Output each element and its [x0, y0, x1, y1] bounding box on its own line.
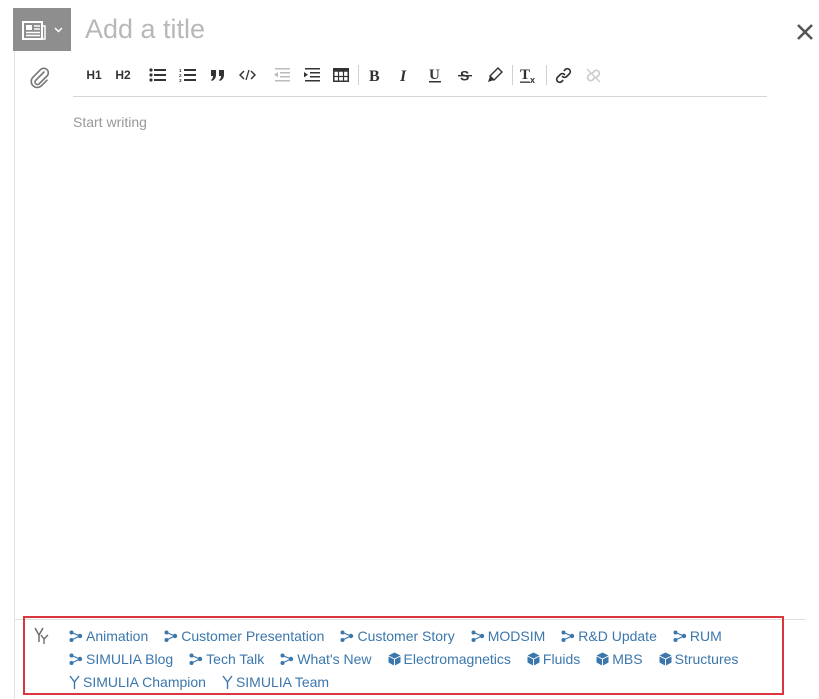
- svg-text:T: T: [520, 67, 530, 83]
- tag-link[interactable]: SIMULIA Team: [222, 674, 329, 690]
- link-icon[interactable]: [552, 63, 574, 87]
- cube-icon: [659, 652, 672, 666]
- svg-text:3: 3: [179, 78, 182, 82]
- blockquote-icon[interactable]: [206, 63, 228, 87]
- topic-icon: [69, 653, 83, 665]
- cube-icon: [388, 652, 401, 666]
- tag-label: Fluids: [542, 651, 581, 667]
- underline-icon[interactable]: U: [424, 63, 446, 87]
- chevron-down-icon: [54, 26, 63, 33]
- paperclip-icon[interactable]: [29, 66, 51, 90]
- cube-icon: [596, 652, 609, 666]
- tag-link[interactable]: Animation: [69, 628, 148, 644]
- formatting-toolbar: H1 H2 123 B I U S Tx: [79, 60, 619, 90]
- svg-text:U: U: [429, 67, 440, 83]
- bold-icon[interactable]: B: [364, 63, 386, 87]
- toolbar-separator: [358, 65, 359, 85]
- fork-icon: [69, 675, 80, 689]
- topic-icon: [189, 653, 203, 665]
- newspaper-icon: [22, 19, 46, 41]
- tag-label: Structures: [674, 651, 739, 667]
- title-input[interactable]: [85, 11, 645, 47]
- h1-label: H1: [86, 68, 102, 82]
- post-type-dropdown[interactable]: [13, 8, 71, 51]
- tag-link[interactable]: SIMULIA Champion: [69, 674, 206, 690]
- tag-row: SIMULIA Champion SIMULIA Team: [69, 673, 345, 691]
- tag-label: MBS: [612, 651, 643, 667]
- toolbar-divider: [73, 96, 767, 97]
- tag-label: R&D Update: [578, 628, 657, 644]
- body-editor[interactable]: Start writing: [73, 114, 147, 130]
- numbered-list-icon[interactable]: 123: [176, 63, 198, 87]
- tag-link[interactable]: Tech Talk: [189, 651, 264, 667]
- outdent-icon[interactable]: [270, 63, 292, 87]
- svg-text:B: B: [369, 68, 380, 82]
- table-icon[interactable]: [330, 63, 352, 87]
- tag-label: Tech Talk: [206, 651, 265, 667]
- tag-label: MODSIM: [487, 628, 546, 644]
- strikethrough-icon[interactable]: S: [454, 63, 476, 87]
- cube-icon: [527, 652, 540, 666]
- tag-label: Electromagnetics: [403, 651, 511, 667]
- italic-icon[interactable]: I: [394, 63, 416, 87]
- svg-text:I: I: [399, 68, 407, 82]
- topic-icon: [164, 630, 178, 642]
- tag-label: RUM: [689, 628, 722, 644]
- tag-link[interactable]: SIMULIA Blog: [69, 651, 173, 667]
- toolbar-separator: [546, 65, 547, 85]
- tag-label: What's New: [297, 651, 372, 667]
- tag-link[interactable]: Fluids: [527, 651, 580, 667]
- tag-label: SIMULIA Blog: [86, 651, 174, 667]
- tag-row: SIMULIA Blog Tech Talk What's New Electroma…: [69, 650, 754, 668]
- topic-icon: [471, 630, 485, 642]
- tag-label: Customer Story: [357, 628, 455, 644]
- fork-icon: [222, 675, 233, 689]
- tag-link[interactable]: Electromagnetics: [388, 651, 511, 667]
- topic-icon: [280, 653, 294, 665]
- close-icon[interactable]: [795, 22, 815, 42]
- topic-icon: [561, 630, 575, 642]
- highlighter-icon[interactable]: [484, 63, 506, 87]
- tag-row: Animation Customer Presentation Customer S…: [69, 627, 738, 645]
- tag-link[interactable]: MBS: [596, 651, 643, 667]
- unlink-icon[interactable]: [582, 63, 604, 87]
- h2-label: H2: [115, 68, 131, 82]
- topic-icon: [340, 630, 354, 642]
- tag-link[interactable]: Customer Presentation: [164, 628, 324, 644]
- tag-icon[interactable]: [34, 627, 50, 645]
- tag-link[interactable]: RUM: [673, 628, 722, 644]
- tag-label: Customer Presentation: [181, 628, 325, 644]
- bulleted-list-icon[interactable]: [146, 63, 168, 87]
- svg-text:x: x: [530, 75, 535, 84]
- toolbar-separator: [512, 65, 513, 85]
- heading-1-button[interactable]: H1: [83, 63, 105, 87]
- tag-link[interactable]: Customer Story: [340, 628, 455, 644]
- tag-link[interactable]: MODSIM: [471, 628, 546, 644]
- tag-label: SIMULIA Champion: [83, 674, 206, 690]
- tag-link[interactable]: Structures: [659, 651, 739, 667]
- heading-2-button[interactable]: H2: [112, 63, 134, 87]
- topic-icon: [673, 630, 687, 642]
- tag-link[interactable]: R&D Update: [561, 628, 657, 644]
- tag-link[interactable]: What's New: [280, 651, 372, 667]
- topic-icon: [69, 630, 83, 642]
- tag-label: SIMULIA Team: [235, 674, 330, 690]
- code-icon[interactable]: [236, 63, 258, 87]
- indent-icon[interactable]: [300, 63, 322, 87]
- tag-label: Animation: [86, 628, 149, 644]
- left-divider: [14, 8, 15, 699]
- clear-formatting-icon[interactable]: Tx: [518, 63, 540, 87]
